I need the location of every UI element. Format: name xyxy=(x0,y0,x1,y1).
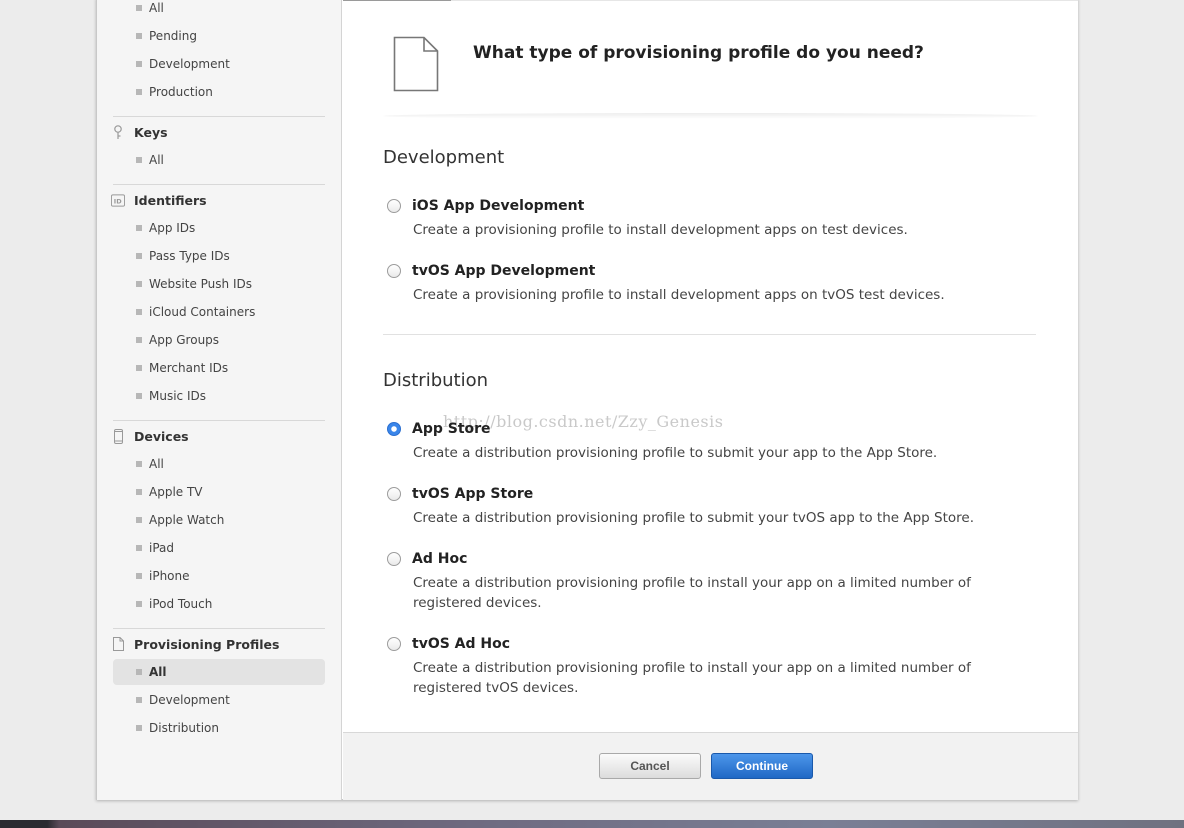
desktop-background xyxy=(0,820,1184,828)
bullet-icon xyxy=(136,545,142,551)
sidebar-separator xyxy=(113,628,325,629)
sidebar: All Pending Development Production Keys … xyxy=(97,0,342,800)
option-description: Create a distribution provisioning profi… xyxy=(413,510,974,526)
sidebar-item-devices-all[interactable]: All xyxy=(113,451,325,477)
option-description: Create a provisioning profile to install… xyxy=(413,222,908,238)
radio-tvos-app-store[interactable] xyxy=(387,487,401,501)
bullet-icon xyxy=(136,61,142,67)
sidebar-heading-identifiers[interactable]: ID Identifiers xyxy=(111,190,207,210)
app-window: All Pending Development Production Keys … xyxy=(96,0,1078,800)
device-icon xyxy=(111,428,125,444)
sidebar-item-pass-type-ids[interactable]: Pass Type IDs xyxy=(113,243,325,269)
header-divider xyxy=(383,113,1038,119)
radio-app-store[interactable] xyxy=(387,422,401,436)
sidebar-item-merchant-ids[interactable]: Merchant IDs xyxy=(113,355,325,381)
sidebar-item-certificates-development[interactable]: Development xyxy=(113,51,325,77)
option-title: Ad Hoc xyxy=(412,551,468,567)
sidebar-heading-devices[interactable]: Devices xyxy=(111,426,189,446)
radio-ad-hoc[interactable] xyxy=(387,552,401,566)
bullet-icon xyxy=(136,573,142,579)
sidebar-item-website-push-ids[interactable]: Website Push IDs xyxy=(113,271,325,297)
sidebar-item-profiles-development[interactable]: Development xyxy=(113,687,325,713)
svg-text:ID: ID xyxy=(114,197,122,205)
bullet-icon xyxy=(136,393,142,399)
bullet-icon xyxy=(136,365,142,371)
bullet-icon xyxy=(136,669,142,675)
sidebar-separator xyxy=(113,116,325,117)
sidebar-separator xyxy=(113,420,325,421)
bullet-icon xyxy=(136,5,142,11)
sidebar-item-ipod-touch[interactable]: iPod Touch xyxy=(113,591,325,617)
sidebar-item-music-ids[interactable]: Music IDs xyxy=(113,383,325,409)
sidebar-item-app-groups[interactable]: App Groups xyxy=(113,327,325,353)
key-icon xyxy=(111,124,125,140)
document-icon xyxy=(111,636,125,652)
bullet-icon xyxy=(136,225,142,231)
progress-tabs xyxy=(343,0,1078,1)
sidebar-item-iphone[interactable]: iPhone xyxy=(113,563,325,589)
sidebar-item-apple-watch[interactable]: Apple Watch xyxy=(113,507,325,533)
sidebar-item-certificates-production[interactable]: Production xyxy=(113,79,325,105)
radio-ios-app-development[interactable] xyxy=(387,199,401,213)
bullet-icon xyxy=(136,725,142,731)
id-badge-icon: ID xyxy=(111,192,125,208)
sidebar-item-icloud-containers[interactable]: iCloud Containers xyxy=(113,299,325,325)
option-description: Create a distribution provisioning profi… xyxy=(413,445,938,461)
sidebar-item-apple-tv[interactable]: Apple TV xyxy=(113,479,325,505)
section-heading-distribution: Distribution xyxy=(383,370,489,391)
bullet-icon xyxy=(136,281,142,287)
bullet-icon xyxy=(136,337,142,343)
sidebar-item-app-ids[interactable]: App IDs xyxy=(113,215,325,241)
sidebar-item-certificates-pending[interactable]: Pending xyxy=(113,23,325,49)
bullet-icon xyxy=(136,157,142,163)
bullet-icon xyxy=(136,89,142,95)
bullet-icon xyxy=(136,601,142,607)
option-title: tvOS App Development xyxy=(412,263,596,279)
option-description: Create a distribution provisioning profi… xyxy=(413,575,971,611)
bullet-icon xyxy=(136,489,142,495)
continue-button[interactable]: Continue xyxy=(711,753,813,779)
radio-tvos-app-development[interactable] xyxy=(387,264,401,278)
sidebar-item-ipad[interactable]: iPad xyxy=(113,535,325,561)
radio-tvos-ad-hoc[interactable] xyxy=(387,637,401,651)
option-title: tvOS App Store xyxy=(412,486,534,502)
sidebar-heading-keys[interactable]: Keys xyxy=(111,122,168,142)
bullet-icon xyxy=(136,517,142,523)
sidebar-item-keys-all[interactable]: All xyxy=(113,147,325,173)
sidebar-separator xyxy=(113,184,325,185)
active-step-indicator xyxy=(343,0,451,1)
sidebar-item-profiles-distribution[interactable]: Distribution xyxy=(113,715,325,741)
option-title: iOS App Development xyxy=(412,198,585,214)
option-description: Create a distribution provisioning profi… xyxy=(413,660,971,696)
option-description: Create a provisioning profile to install… xyxy=(413,287,945,303)
bullet-icon xyxy=(136,697,142,703)
section-divider xyxy=(383,334,1036,335)
bullet-icon xyxy=(136,33,142,39)
document-icon xyxy=(393,36,439,96)
option-title: App Store xyxy=(412,421,491,437)
footer-bar: Cancel Continue xyxy=(343,732,1078,800)
bullet-icon xyxy=(136,461,142,467)
sidebar-heading-provisioning-profiles[interactable]: Provisioning Profiles xyxy=(111,634,279,654)
section-heading-development: Development xyxy=(383,147,505,168)
sidebar-item-certificates-all[interactable]: All xyxy=(113,0,325,21)
bullet-icon xyxy=(136,309,142,315)
page-title: What type of provisioning profile do you… xyxy=(473,43,924,63)
cancel-button[interactable]: Cancel xyxy=(599,753,701,779)
bullet-icon xyxy=(136,253,142,259)
option-title: tvOS Ad Hoc xyxy=(412,636,511,652)
sidebar-item-profiles-all[interactable]: All xyxy=(113,659,325,685)
main-panel: What type of provisioning profile do you… xyxy=(343,0,1078,800)
